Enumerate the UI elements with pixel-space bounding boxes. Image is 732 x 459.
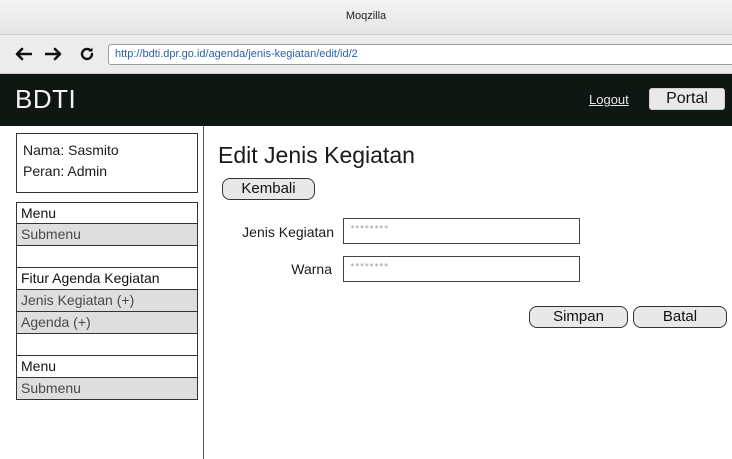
- browser-toolbar: http://bdti.dpr.go.id/agenda/jenis-kegia…: [0, 35, 732, 74]
- reload-icon[interactable]: [78, 41, 96, 67]
- field-label-jenis-kegiatan: Jenis Kegiatan: [242, 224, 334, 240]
- jenis-kegiatan-input[interactable]: ********: [343, 218, 580, 244]
- sidebar-item-jenis-kegiatan[interactable]: Jenis Kegiatan (+): [16, 290, 198, 312]
- arrow-right-icon[interactable]: [45, 41, 63, 67]
- app-header: BDTI Logout Portal: [0, 74, 732, 126]
- cancel-button[interactable]: Batal: [633, 306, 727, 328]
- sidebar-spacer: [16, 334, 198, 356]
- address-bar[interactable]: http://bdti.dpr.go.id/agenda/jenis-kegia…: [108, 44, 732, 65]
- window-title: Moqzilla: [345, 10, 387, 22]
- sidebar-menu-header: Menu: [16, 356, 198, 378]
- sidebar-item-agenda[interactable]: Agenda (+): [16, 312, 198, 334]
- sidebar-spacer: [16, 246, 198, 268]
- warna-input[interactable]: ********: [343, 256, 580, 282]
- sidebar-menu-header: Menu: [16, 202, 198, 224]
- sidebar-item-submenu[interactable]: Submenu: [16, 378, 198, 400]
- user-role: Peran: Admin: [23, 163, 108, 179]
- window-titlebar: Moqzilla: [0, 0, 732, 35]
- field-label-warna: Warna: [291, 261, 332, 277]
- portal-button[interactable]: Portal: [649, 88, 725, 110]
- back-button[interactable]: Kembali: [222, 178, 315, 200]
- save-button[interactable]: Simpan: [529, 306, 628, 328]
- user-info-box: Nama: Sasmito Peran: Admin: [16, 133, 198, 193]
- sidebar-menu-header-agenda: Fitur Agenda Kegiatan: [16, 268, 198, 290]
- arrow-left-icon[interactable]: [14, 41, 32, 67]
- page-title: Edit Jenis Kegiatan: [218, 142, 415, 168]
- brand-logo[interactable]: BDTI: [15, 84, 76, 115]
- user-name: Nama: Sasmito: [23, 142, 119, 158]
- logout-link[interactable]: Logout: [589, 92, 629, 107]
- sidebar-item-submenu[interactable]: Submenu: [16, 224, 198, 246]
- sidebar-menu-group-1: Menu Submenu Fitur Agenda Kegiatan Jenis…: [16, 202, 198, 400]
